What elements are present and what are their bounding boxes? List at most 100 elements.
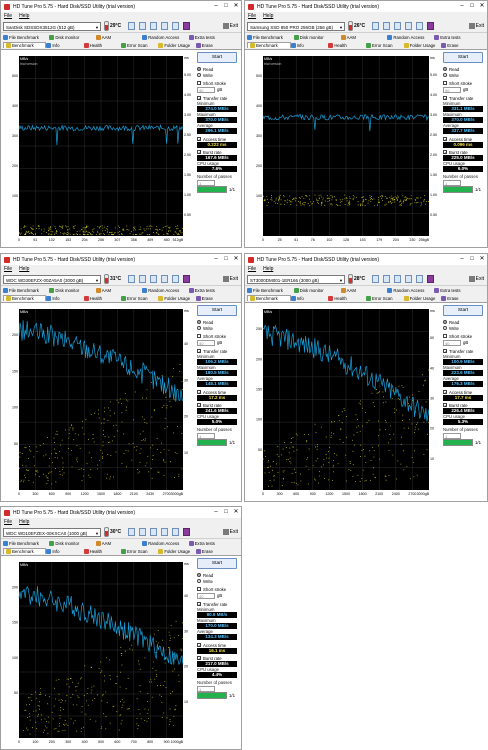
tab-aam[interactable]: AAM [95,34,142,40]
download-icon[interactable] [183,528,191,536]
tab-random-access[interactable]: Random Access [142,540,188,546]
tab-random-access[interactable]: Random Access [142,287,188,293]
tab-folder-usage[interactable]: Folder Usage [158,42,195,48]
write-option[interactable]: Write [443,72,483,78]
access-time-checkbox[interactable]: ✓ [443,390,447,395]
short-stroke-value[interactable]: 40 [197,86,215,93]
tab-aam[interactable]: AAM [95,287,142,293]
tab-health[interactable]: Health [83,295,121,301]
write-option[interactable]: Write [443,325,483,331]
tab-benchmark[interactable]: Benchmark [3,42,47,48]
copy-icon[interactable] [128,528,136,536]
menu-file[interactable]: File [248,266,256,272]
copy-text-icon[interactable] [139,22,147,30]
tab-benchmark[interactable]: Benchmark [247,42,291,48]
transfer-rate-checkbox[interactable]: ✓ [197,349,201,354]
start-button[interactable]: Start [197,52,237,63]
menu-file[interactable]: File [4,13,12,19]
tab-disk-monitor[interactable]: Disk monitor [293,34,341,40]
access-time-checkbox[interactable]: ✓ [197,643,201,648]
tab-extra-tests[interactable]: Extra tests [188,34,235,40]
short-stroke-checkbox[interactable] [197,587,201,591]
tab-folder-usage[interactable]: Folder Usage [158,295,195,301]
read-radio[interactable] [197,573,201,577]
tab-erase[interactable]: Erase [195,548,233,554]
tab-erase[interactable]: Erase [441,42,479,48]
copy-text-icon[interactable] [383,22,391,30]
download-icon[interactable] [183,275,191,283]
transfer-rate-checkbox[interactable]: ✓ [443,96,447,101]
tab-error-scan[interactable]: Error Scan [120,42,158,48]
options-icon[interactable] [172,528,180,536]
tab-file-benchmark[interactable]: File Benchmark [3,34,49,40]
menu-file[interactable]: File [4,519,12,525]
start-button[interactable]: Start [443,305,483,316]
access-time-checkbox[interactable]: ✓ [197,137,201,142]
burst-rate-checkbox[interactable]: ✓ [197,656,201,661]
minimize-button[interactable]: – [457,1,467,12]
tab-health[interactable]: Health [328,295,366,301]
transfer-rate-checkbox[interactable]: ✓ [443,349,447,354]
tab-error-scan[interactable]: Error Scan [365,295,404,301]
options-icon[interactable] [172,22,180,30]
maximize-button[interactable]: □ [221,1,231,12]
download-icon[interactable] [427,275,435,283]
short-stroke-stepper[interactable]: 40 gB [197,86,237,93]
save-icon[interactable] [394,275,402,283]
menu-file[interactable]: File [248,13,256,19]
options-icon[interactable] [416,275,424,283]
tab-benchmark[interactable]: Benchmark [247,295,291,301]
read-radio[interactable] [443,320,447,324]
write-option[interactable]: Write [197,325,237,331]
maximize-button[interactable]: □ [467,1,477,12]
menu-file[interactable]: File [4,266,12,272]
exit-button[interactable]: Exit [222,276,238,282]
burst-rate-checkbox[interactable]: ✓ [443,150,447,155]
download-icon[interactable] [427,22,435,30]
burst-rate-checkbox[interactable]: ✓ [443,403,447,408]
menu-help[interactable]: Help [19,13,29,19]
maximize-button[interactable]: □ [467,254,477,265]
short-stroke-checkbox[interactable] [443,334,447,338]
tab-extra-tests[interactable]: Extra tests [434,34,481,40]
drive-select[interactable]: WDC WD10EFZEX-00KXCA0 (1000 gB) ▼ [3,527,101,537]
minimize-button[interactable]: – [211,507,221,518]
screenshot-icon[interactable] [405,275,413,283]
write-radio[interactable] [443,73,447,77]
tab-health[interactable]: Health [83,548,121,554]
close-button[interactable]: ✕ [231,1,241,12]
tab-info[interactable]: Info [290,42,329,48]
copy-text-icon[interactable] [383,275,391,283]
save-icon[interactable] [150,275,158,283]
save-icon[interactable] [150,22,158,30]
drive-select[interactable]: SanDisk SDSSDX3512G (512 gB) ▼ [3,21,101,31]
tab-disk-monitor[interactable]: Disk monitor [293,287,341,293]
exit-button[interactable]: Exit [222,23,238,29]
close-button[interactable]: ✕ [231,507,241,518]
exit-button[interactable]: Exit [222,529,238,535]
tab-benchmark[interactable]: Benchmark [3,295,47,301]
minimize-button[interactable]: – [211,1,221,12]
drive-select[interactable]: Samsung SSD 850 PRO 256GB (256 gB) ▼ [247,21,345,31]
tab-file-benchmark[interactable]: File Benchmark [3,540,49,546]
tab-benchmark[interactable]: Benchmark [3,548,47,554]
screenshot-icon[interactable] [161,528,169,536]
tab-info[interactable]: Info [46,42,83,48]
short-stroke-stepper[interactable]: 40 gB [443,339,483,346]
start-button[interactable]: Start [197,305,237,316]
short-stroke-stepper[interactable]: 40 gB [443,86,483,93]
copy-text-icon[interactable] [139,275,147,283]
tab-erase[interactable]: Erase [195,42,233,48]
close-button[interactable]: ✕ [477,254,487,265]
short-stroke-checkbox[interactable] [197,334,201,338]
tab-health[interactable]: Health [83,42,121,48]
tab-erase[interactable]: Erase [195,295,233,301]
screenshot-icon[interactable] [405,22,413,30]
options-icon[interactable] [172,275,180,283]
save-icon[interactable] [150,528,158,536]
menu-help[interactable]: Help [19,266,29,272]
tab-aam[interactable]: AAM [95,540,142,546]
tab-error-scan[interactable]: Error Scan [365,42,404,48]
exit-button[interactable]: Exit [468,276,484,282]
tab-file-benchmark[interactable]: File Benchmark [3,287,49,293]
